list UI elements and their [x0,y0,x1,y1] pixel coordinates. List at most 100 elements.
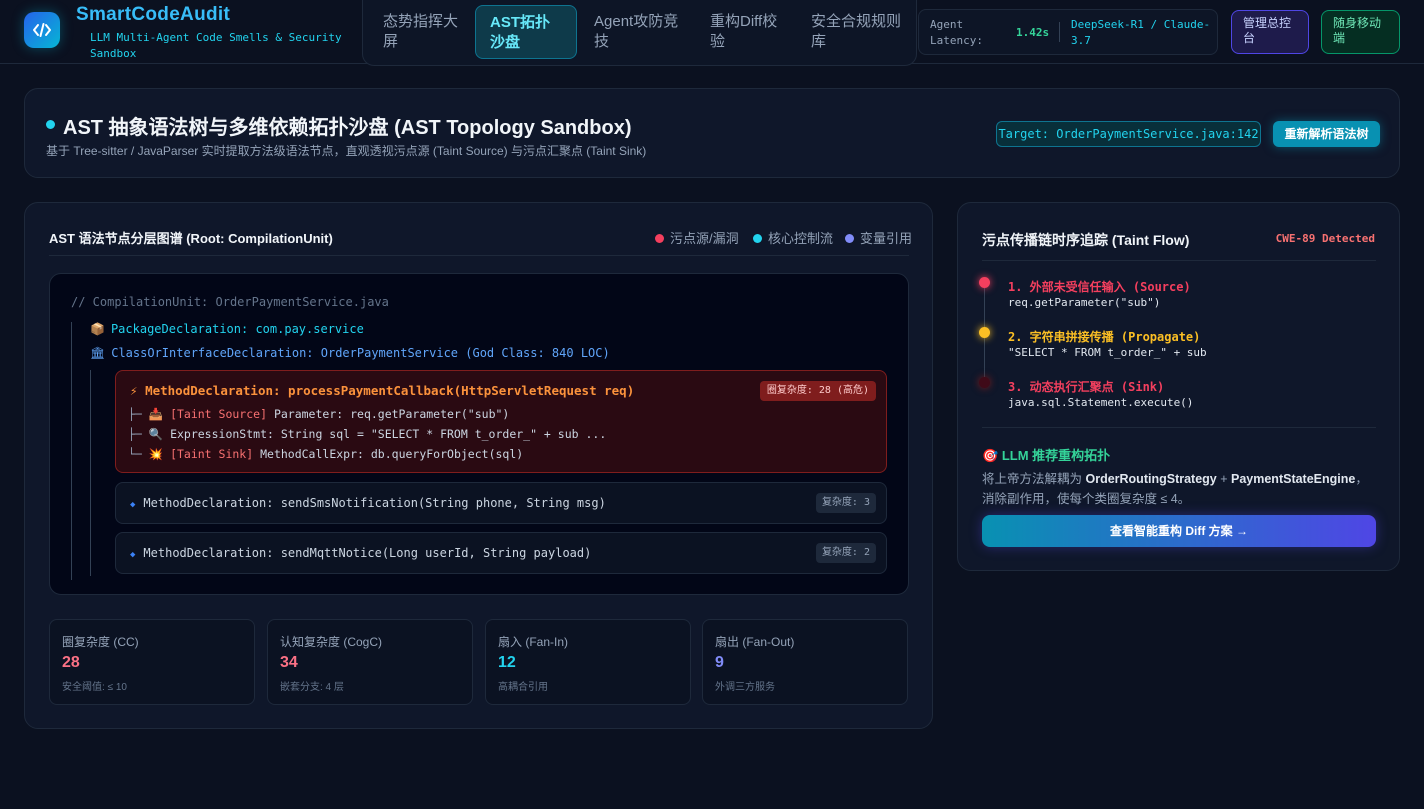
package-node[interactable]: 📦 PackageDeclaration: com.pay.service [90,322,364,336]
metric-note: 嵌套分支: 4 层 [280,682,344,693]
node-text: MethodCallExpr: db.queryForObject(sql) [260,447,524,461]
tree-branch: ├─ [128,407,142,421]
taint-flow-title: 污点传播链时序追踪 (Taint Flow) [982,232,1190,248]
latency-status: Agent Latency: 1.42s DeepSeek-R1 / Claud… [918,9,1218,55]
divider [49,255,909,256]
app-title: SmartCodeAudit [76,4,231,25]
flow-code-propagate: "SELECT * FROM t_order_" + sub [1008,346,1207,359]
class-node[interactable]: 🏛 ClassOrInterfaceDeclaration: OrderPayme… [90,346,610,360]
latency-value: 1.42s [1016,26,1050,39]
taint-sink-tag: [Taint Sink] [170,447,254,461]
latency-label: Agent Latency: [930,18,983,47]
source-dot-icon [979,277,990,288]
method-text: ◆ MethodDeclaration: sendSmsNotification(… [130,496,606,510]
metric-note: 高耦合引用 [498,682,548,693]
hot-method-signature: MethodDeclaration: processPaymentCallbac… [145,383,635,398]
flow-step-source: 1. 外部未受信任输入 (Source) [1008,280,1191,294]
tree-guide-line [90,370,91,576]
hot-method-node[interactable]: ⚡ MethodDeclaration: processPaymentCallb… [115,370,887,473]
desc-text: 将上帝方法解耦为 [982,472,1086,486]
metric-value: 12 [498,654,516,671]
main-nav: 态势指挥大屏 AST拓扑沙盘 Agent攻防竞技 重构Diff校验 安全合规规则… [362,0,917,66]
cwe-badge: CWE-89 Detected [1275,232,1375,245]
ast-panel: AST 语法节点分层图谱 (Root: CompilationUnit) 污点源… [24,202,933,729]
legend-control-flow: 核心控制流 [753,228,833,247]
legend-dot-icon [753,234,762,243]
package-icon: 📦 [90,322,105,336]
tab-refactor-diff[interactable]: 重构Diff校验 [710,12,790,52]
tree-branch: ├─ [128,427,142,441]
model-names: DeepSeek-R1 / Claude-3.7 [1071,18,1211,47]
strategy-name: OrderRoutingStrategy [1085,472,1217,486]
target-icon: 🎯 [982,448,999,463]
ast-tree-view[interactable]: // CompilationUnit: OrderPaymentService.… [49,273,909,595]
divider [1059,22,1060,42]
metric-card-fan-in: 扇入 (Fan-In) 12 高耦合引用 [485,619,691,705]
method-node-mqtt[interactable]: ◆ MethodDeclaration: sendMqttNotice(Long … [115,532,887,574]
diamond-icon: ◆ [130,500,136,510]
method-node-sms[interactable]: ◆ MethodDeclaration: sendSmsNotification(… [115,482,887,524]
page-title: AST 抽象语法树与多维依赖拓扑沙盘 (AST Topology Sandbox… [63,117,632,139]
legend-variable-ref: 变量引用 [845,228,912,247]
tab-agent-arena[interactable]: Agent攻防竞技 [594,12,684,52]
lightning-icon: ⚡ [130,383,138,398]
taint-source-node[interactable]: ├─ 📥 [Taint Source] Parameter: req.getPa… [128,407,509,421]
metric-label: 认知复杂度 (CogC) [280,635,383,649]
target-file-badge: Target: OrderPaymentService.java:142 [996,121,1261,147]
tab-compliance-rules[interactable]: 安全合规规则库 [811,12,903,52]
desc-text: + [1216,472,1231,486]
tab-dashboard[interactable]: 态势指挥大屏 [383,12,463,52]
tree-guide-line [71,322,72,580]
class-node-label: ClassOrInterfaceDeclaration: OrderPaymen… [111,346,610,360]
mobile-view-button[interactable]: 随身移动端 [1321,10,1400,54]
view-diff-button[interactable]: 查看智能重构 Diff 方案 → [982,515,1376,547]
legend-dot-icon [655,234,664,243]
method-text: ◆ MethodDeclaration: sendMqttNotice(Long … [130,546,591,560]
magnifier-icon: 🔍 [148,427,164,441]
llm-title-text: LLM 推荐重构拓扑 [1001,448,1111,463]
strategy-name: PaymentStateEngine [1231,472,1356,486]
metric-label: 圈复杂度 (CC) [62,635,139,649]
node-text: Parameter: req.getParameter("sub") [273,407,510,421]
legend-label: 污点源/漏洞 [670,231,739,246]
flow-step-sink: 3. 动态执行汇聚点 (Sink) [1008,380,1165,394]
tree-root-comment: // CompilationUnit: OrderPaymentService.… [71,295,389,309]
metric-note: 安全阈值: ≤ 10 [62,682,127,693]
explosion-icon: 💥 [148,447,164,461]
page-subtitle: 基于 Tree-sitter / JavaParser 实时提取方法级语法节点，… [46,144,647,158]
metric-card-cc: 圈复杂度 (CC) 28 安全阈值: ≤ 10 [49,619,255,705]
method-signature: MethodDeclaration: sendSmsNotification(S… [143,496,606,510]
inbox-icon: 📥 [148,407,164,421]
metric-value: 34 [280,654,298,671]
package-node-label: PackageDeclaration: com.pay.service [110,322,364,336]
divider [982,260,1376,261]
complexity-badge: 圈复杂度: 28 (高危) [759,381,876,401]
taint-source-tag: [Taint Source] [170,407,267,421]
legend-dot-icon [845,234,854,243]
class-icon: 🏛 [90,346,106,360]
legend-label: 变量引用 [860,231,913,246]
reparse-ast-button[interactable]: 重新解析语法树 [1273,121,1380,147]
node-text: ExpressionStmt: String sql = "SELECT * F… [170,427,607,441]
diamond-icon: ◆ [130,550,136,560]
tab-ast-sandbox[interactable]: AST拓扑沙盘 [475,5,577,59]
metric-value: 28 [62,654,80,671]
sink-dot-icon [979,377,990,388]
flow-code-source: req.getParameter("sub") [1008,296,1161,309]
llm-recommend-desc: 将上帝方法解耦为 OrderRoutingStrategy + PaymentS… [982,469,1377,509]
llm-recommend-title: 🎯 LLM 推荐重构拓扑 [982,445,1110,464]
expression-node[interactable]: ├─ 🔍 ExpressionStmt: String sql = "SELEC… [128,427,606,441]
code-logo-icon [24,12,60,48]
metric-card-cogc: 认知复杂度 (CogC) 34 嵌套分支: 4 层 [267,619,473,705]
flow-code-sink: java.sql.Statement.execute() [1008,396,1194,409]
app-subtitle: LLM Multi-Agent Code Smells & Security S… [90,31,342,60]
tree-branch: └─ [128,447,142,461]
taint-sink-node[interactable]: └─ 💥 [Taint Sink] MethodCallExpr: db.que… [128,447,523,461]
flow-step-propagate: 2. 字符串拼接传播 (Propagate) [1008,330,1201,344]
taint-flow-panel: 污点传播链时序追踪 (Taint Flow) CWE-89 Detected 1… [957,202,1400,571]
metric-card-fan-out: 扇出 (Fan-Out) 9 外调三方服务 [702,619,908,705]
admin-console-button[interactable]: 管理总控台 [1231,10,1309,54]
propagate-dot-icon [979,327,990,338]
hot-method-title: ⚡ MethodDeclaration: processPaymentCallb… [130,383,634,398]
metric-label: 扇入 (Fan-In) [498,635,569,649]
